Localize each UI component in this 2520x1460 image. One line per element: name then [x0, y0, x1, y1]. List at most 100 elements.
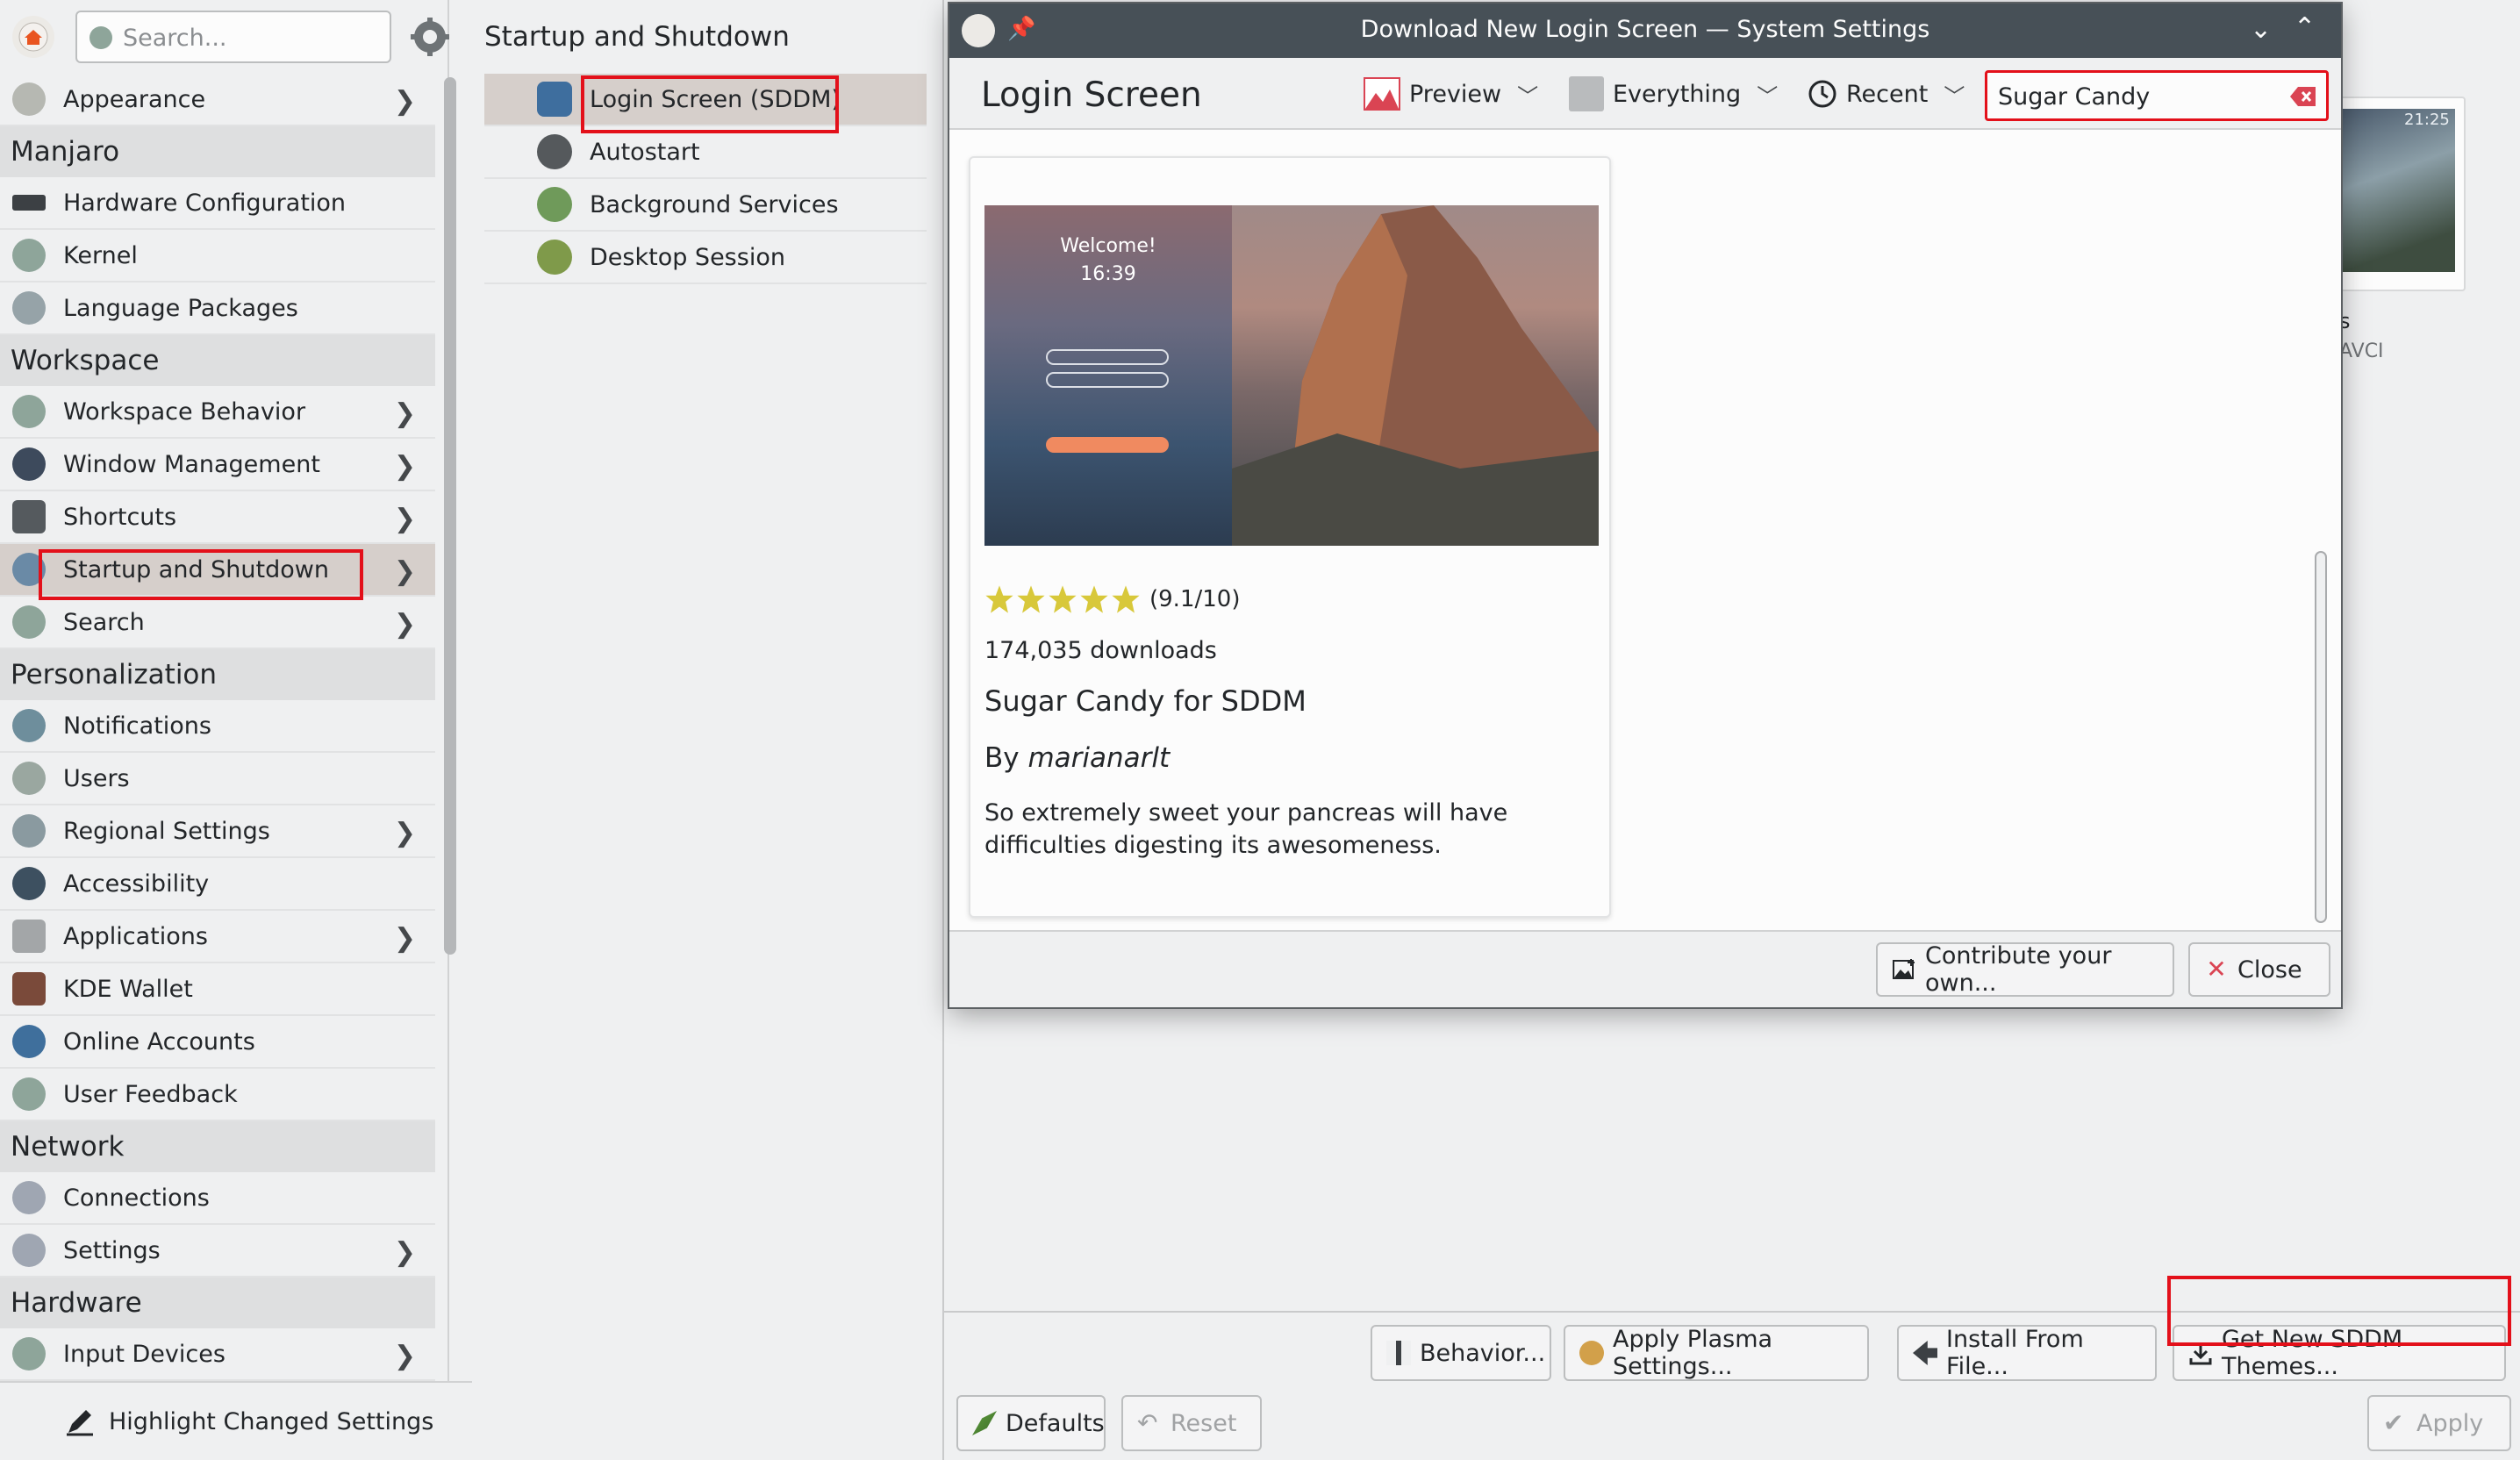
defaults-button[interactable]: Defaults — [956, 1395, 1106, 1451]
applications-icon — [12, 920, 46, 953]
sidebar-item-connections[interactable]: Connections — [0, 1172, 435, 1225]
apply-plasma-settings-button[interactable]: Apply Plasma Settings... — [1564, 1325, 1869, 1381]
sidebar-item-input-devices[interactable]: Input Devices ❯ — [0, 1328, 435, 1381]
feedback-icon — [12, 1077, 46, 1111]
highlight-changed-settings-button[interactable]: Highlight Changed Settings — [0, 1381, 472, 1460]
chevron-down-icon: ﹀ — [1517, 83, 1539, 109]
undo-icon: ↶ — [1137, 1408, 1158, 1437]
sidebar-item-label: Regional Settings — [63, 817, 270, 845]
clear-icon[interactable] — [2289, 85, 2317, 108]
chevron-right-icon: ❯ — [393, 609, 416, 640]
sidebar-item-user-feedback[interactable]: User Feedback — [0, 1069, 435, 1121]
theme-card[interactable]: Welcome! 16:39 (9.1/10) 174,035 download… — [969, 156, 1611, 918]
chevron-right-icon: ❯ — [393, 86, 416, 117]
sidebar-item-regional-settings[interactable]: Regional Settings ❯ — [0, 805, 435, 858]
reset-button[interactable]: ↶ Reset — [1121, 1395, 1262, 1451]
home-button[interactable] — [12, 16, 54, 58]
view-mode-dropdown[interactable]: Preview ﹀ — [1364, 74, 1538, 114]
sidebar-item-startup-and-shutdown[interactable]: Startup and Shutdown ❯ — [0, 544, 435, 597]
notifications-icon — [12, 709, 46, 742]
sidebar-item-label: Shortcuts — [63, 503, 177, 531]
sidebar-item-accessibility[interactable]: Accessibility — [0, 858, 435, 911]
sidebar-item-kernel[interactable]: Kernel — [0, 230, 435, 283]
chevron-right-icon: ❯ — [393, 1341, 416, 1371]
rating-stars: (9.1/10) — [984, 584, 1240, 614]
sort-value: Recent — [1846, 80, 1929, 108]
dialog-heading: Login Screen — [981, 75, 1202, 115]
keyboard-icon — [12, 500, 46, 533]
behavior-icon — [1386, 1341, 1411, 1365]
sidebar-item-label: Applications — [63, 922, 208, 950]
search-placeholder: Search... — [123, 25, 227, 52]
sidebar-item-label: Input Devices — [63, 1340, 226, 1368]
behavior-button[interactable]: Behavior... — [1371, 1325, 1551, 1381]
category-icon — [1569, 76, 1604, 111]
minimize-icon[interactable]: ⌄ — [2250, 14, 2272, 45]
sidebar-item-search[interactable]: Search ❯ — [0, 597, 435, 649]
sidebar-item-applications[interactable]: Applications ❯ — [0, 911, 435, 963]
sidebar-item-hardware-configuration[interactable]: Hardware Configuration — [0, 177, 435, 230]
thumbnail-time: 21:25 — [2404, 111, 2450, 129]
preview-username-field — [1046, 349, 1169, 365]
theme-thumbnail-image — [2341, 109, 2455, 272]
highlight-box-get-new — [2167, 1276, 2511, 1346]
star-icon — [1112, 585, 1140, 613]
sidebar-item-window-management[interactable]: Window Management ❯ — [0, 439, 435, 491]
sidebar-item-users[interactable]: Users — [0, 753, 435, 805]
dialog-scrollbar[interactable] — [2315, 551, 2327, 923]
subcategory-item-background-services[interactable]: Background Services — [484, 179, 927, 232]
subcategory-item-autostart[interactable]: Autostart — [484, 126, 927, 179]
sidebar-item-label: Kernel — [63, 241, 138, 269]
sidebar-category-hardware: Hardware — [0, 1278, 435, 1328]
maximize-icon[interactable]: ⌃ — [2294, 12, 2316, 43]
close-button[interactable]: ✕ Close — [2188, 942, 2330, 997]
dialog-title: Download New Login Screen — System Setti… — [1360, 16, 1930, 43]
sidebar-item-label: Workspace Behavior — [63, 397, 306, 426]
subcategory-item-label: Desktop Session — [590, 243, 785, 271]
preview-icon — [1364, 77, 1400, 111]
apply-button[interactable]: ✔ Apply — [2367, 1395, 2511, 1451]
sidebar-item-shortcuts[interactable]: Shortcuts ❯ — [0, 491, 435, 544]
workspace-behavior-icon — [12, 395, 46, 428]
install-arrow-icon — [1913, 1341, 1937, 1365]
sidebar-item-kde-wallet[interactable]: KDE Wallet — [0, 963, 435, 1016]
sidebar-item-label: Notifications — [63, 712, 211, 740]
subcategory-item-label: Background Services — [590, 190, 839, 218]
author-name: marianarlt — [1027, 742, 1171, 774]
session-icon — [537, 240, 572, 275]
sidebar-item-notifications[interactable]: Notifications — [0, 700, 435, 753]
sidebar-search-input[interactable]: Search... — [75, 11, 391, 63]
sidebar-item-label: Hardware Configuration — [63, 189, 347, 217]
star-icon — [1080, 585, 1108, 613]
sidebar-item-label: Startup and Shutdown — [63, 555, 329, 583]
dialog-search-input[interactable]: Sugar Candy — [1985, 70, 2329, 121]
sidebar-item-online-accounts[interactable]: Online Accounts — [0, 1016, 435, 1069]
sidebar-item-label: Accessibility — [63, 870, 210, 898]
sidebar-item-appearance[interactable]: Appearance ❯ — [0, 74, 435, 126]
sidebar-item-label: Users — [63, 764, 130, 792]
subcategory-item-desktop-session[interactable]: Desktop Session — [484, 232, 927, 284]
sidebar-item-label: Appearance — [63, 85, 206, 113]
filter-dropdown[interactable]: Everything ﹀ — [1569, 74, 1778, 114]
clock-icon — [1808, 79, 1837, 109]
mountain-shape — [1232, 205, 1599, 546]
sidebar-item-label: KDE Wallet — [63, 975, 193, 1003]
checkmark-icon: ✔ — [2383, 1408, 2404, 1437]
configure-button[interactable] — [409, 16, 451, 58]
theme-preview-image: Welcome! 16:39 — [984, 205, 1599, 546]
sidebar-item-label: Search — [63, 608, 145, 636]
theme-description: So extremely sweet your pancreas will ha… — [984, 799, 1508, 859]
contribute-button[interactable]: Contribute your own... — [1876, 942, 2174, 997]
chevron-right-icon: ❯ — [393, 556, 416, 587]
chevron-right-icon: ❯ — [393, 1237, 416, 1268]
star-icon — [985, 585, 1013, 613]
regional-icon — [12, 814, 46, 848]
sidebar-item-network-settings[interactable]: Settings ❯ — [0, 1225, 435, 1278]
sort-dropdown[interactable]: Recent ﹀ — [1808, 74, 1965, 114]
dialog-titlebar[interactable]: 📌 Download New Login Screen — System Set… — [949, 4, 2341, 58]
sidebar-scrollbar[interactable] — [444, 77, 456, 955]
install-from-file-button[interactable]: Install From File... — [1897, 1325, 2157, 1381]
language-icon — [12, 291, 46, 325]
sidebar-item-workspace-behavior[interactable]: Workspace Behavior ❯ — [0, 386, 435, 439]
sidebar-item-language-packages[interactable]: Language Packages — [0, 283, 435, 335]
